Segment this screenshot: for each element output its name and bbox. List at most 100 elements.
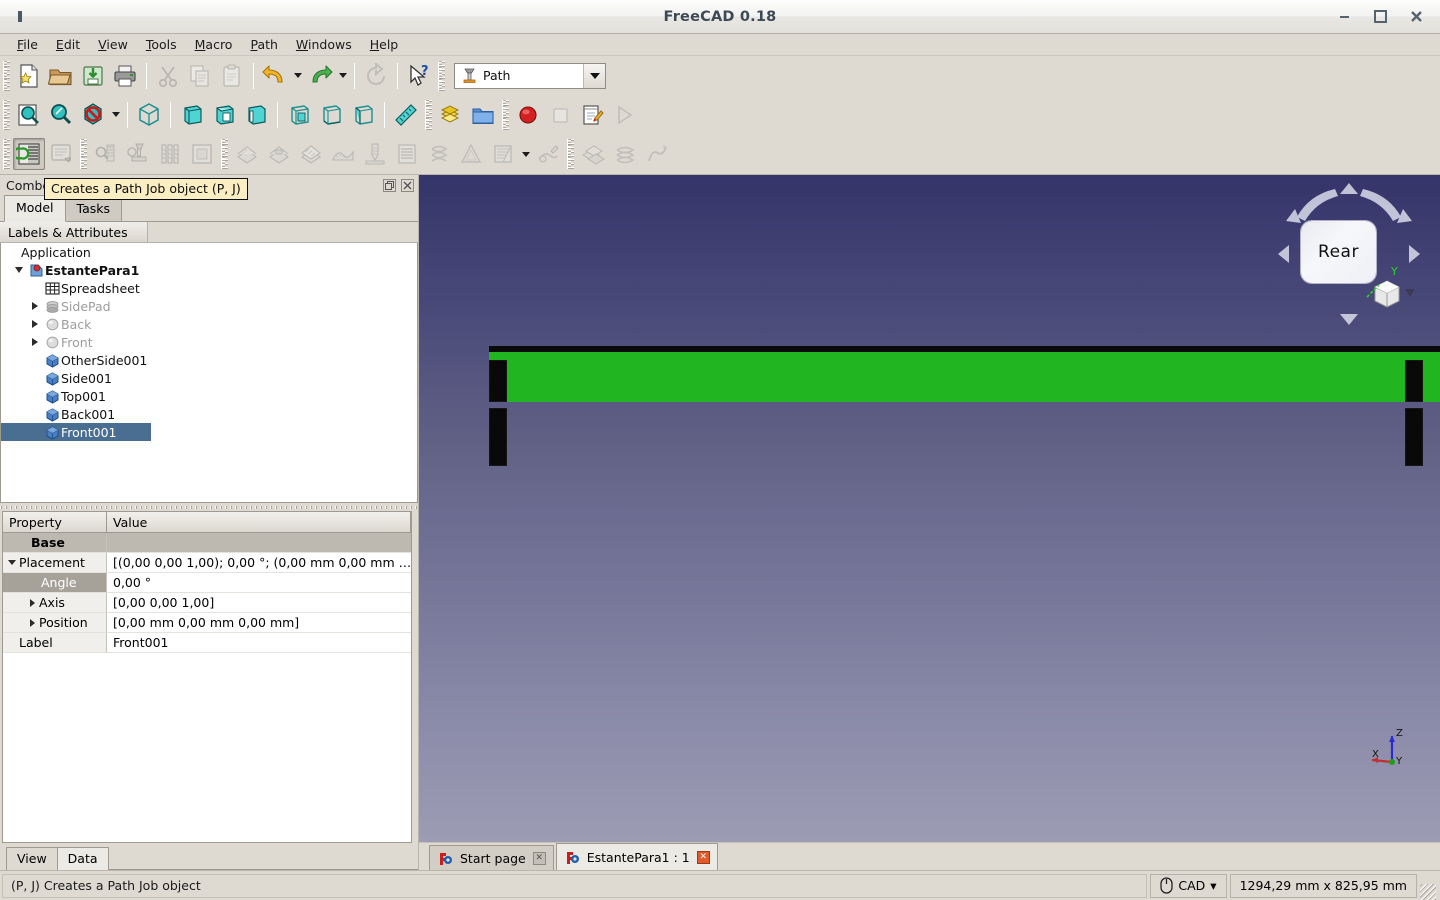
path-stock-button[interactable] xyxy=(186,138,218,170)
shape-side-panel-left-lower[interactable] xyxy=(489,408,507,466)
menu-file[interactable]: File xyxy=(8,35,47,54)
path-3d-surface-button[interactable] xyxy=(327,138,359,170)
document-tab-start-page[interactable]: Start page ✕ xyxy=(429,845,554,870)
toolbar-grip-workbench[interactable] xyxy=(438,60,445,91)
shape-side-panel-left-upper[interactable] xyxy=(489,360,507,402)
refresh-button[interactable] xyxy=(360,60,392,92)
undo-button[interactable] xyxy=(259,60,291,92)
toolbar-grip-view[interactable] xyxy=(3,99,10,130)
tree-item-spreadsheet[interactable]: Spreadsheet xyxy=(1,279,417,297)
tree-column-header-labels[interactable]: Labels & Attributes xyxy=(0,222,148,242)
isometric-view-button[interactable] xyxy=(133,99,165,131)
path-helix-button[interactable] xyxy=(423,138,455,170)
path-slot-dropdown-arrow[interactable] xyxy=(519,139,532,169)
property-row-axis[interactable]: Axis [0,00 0,00 1,00] xyxy=(3,593,411,613)
front-view-button[interactable] xyxy=(176,99,208,131)
shape-side-panel-right-upper[interactable] xyxy=(1405,360,1423,402)
toolbar-grip-path-job[interactable] xyxy=(3,139,10,169)
macro-edit-button[interactable] xyxy=(576,99,608,131)
model-tree[interactable]: Application EstantePara1 Spreadsheet Sid… xyxy=(0,243,418,503)
tree-expander-front[interactable] xyxy=(27,338,43,346)
path-simplecopy-button[interactable] xyxy=(641,138,673,170)
resize-grip[interactable] xyxy=(1420,884,1436,900)
menu-windows[interactable]: Windows xyxy=(287,35,361,54)
property-column-header-value[interactable]: Value xyxy=(107,512,411,532)
left-view-button[interactable] xyxy=(347,99,379,131)
shape-front001-selected[interactable] xyxy=(489,352,1440,402)
tree-item-front[interactable]: Front xyxy=(1,333,417,351)
path-profile-button[interactable] xyxy=(231,138,263,170)
panel-splitter[interactable] xyxy=(0,503,418,511)
path-array-button[interactable] xyxy=(577,138,609,170)
workbench-selector[interactable]: Path xyxy=(454,62,606,89)
menu-edit[interactable]: Edit xyxy=(47,35,89,54)
path-copy-button[interactable] xyxy=(609,138,641,170)
navigation-cube[interactable]: Y Rear xyxy=(1275,179,1423,329)
path-toolcontroller-button[interactable] xyxy=(122,138,154,170)
toolbar-grip-structure[interactable] xyxy=(425,99,432,130)
tree-item-sidepad[interactable]: SidePad xyxy=(1,297,417,315)
document-tab-close-button[interactable]: ✕ xyxy=(696,850,710,864)
path-engrave-button[interactable] xyxy=(391,138,423,170)
measure-button[interactable] xyxy=(390,99,422,131)
combo-view-close-button[interactable] xyxy=(401,178,414,192)
tree-item-back001[interactable]: Back001 xyxy=(1,405,417,423)
path-inspect-button[interactable] xyxy=(90,138,122,170)
menu-macro[interactable]: Macro xyxy=(186,35,242,54)
macro-execute-button[interactable] xyxy=(608,99,640,131)
path-post-process-button[interactable] xyxy=(45,138,77,170)
tree-expander-back[interactable] xyxy=(27,320,43,328)
undo-dropdown-arrow[interactable] xyxy=(291,61,304,91)
property-row-position[interactable]: Position [0,00 mm 0,00 mm 0,00 mm] xyxy=(3,613,411,633)
redo-dropdown-arrow[interactable] xyxy=(336,61,349,91)
document-tab-close-button[interactable]: ✕ xyxy=(532,851,546,865)
tree-item-side001[interactable]: Side001 xyxy=(1,369,417,387)
new-document-button[interactable] xyxy=(13,60,45,92)
tree-item-otherside001[interactable]: OtherSide001 xyxy=(1,351,417,369)
tree-item-top001[interactable]: Top001 xyxy=(1,387,417,405)
property-row-label[interactable]: Label Front001 xyxy=(3,633,411,653)
draw-style-dropdown-arrow[interactable] xyxy=(109,100,122,130)
macro-record-button[interactable] xyxy=(512,99,544,131)
menu-tools[interactable]: Tools xyxy=(137,35,186,54)
redo-button[interactable] xyxy=(304,60,336,92)
tree-item-front001[interactable]: Front001 xyxy=(1,423,151,441)
menu-view[interactable]: View xyxy=(89,35,137,54)
tree-expander-estantepara1[interactable] xyxy=(11,267,27,273)
path-drilling-button[interactable] xyxy=(359,138,391,170)
property-expander-axis[interactable] xyxy=(25,599,39,607)
path-pocket-shape-button[interactable] xyxy=(263,138,295,170)
property-expander-position[interactable] xyxy=(25,619,39,627)
property-value-axis[interactable]: [0,00 0,00 1,00] xyxy=(107,593,411,613)
rear-view-button[interactable] xyxy=(283,99,315,131)
print-button[interactable] xyxy=(109,60,141,92)
property-expander-placement[interactable] xyxy=(5,560,19,565)
copy-button[interactable] xyxy=(184,60,216,92)
3d-viewport[interactable]: Y Rear X Y Z xyxy=(419,175,1440,842)
navcube-face[interactable]: Rear xyxy=(1301,221,1376,283)
fit-all-button[interactable] xyxy=(13,99,45,131)
property-group-base[interactable]: Base xyxy=(3,533,411,553)
top-view-button[interactable] xyxy=(208,99,240,131)
cut-button[interactable] xyxy=(152,60,184,92)
create-folder-button[interactable] xyxy=(467,99,499,131)
path-deburr-button[interactable] xyxy=(532,138,564,170)
toolbar-grip-macro[interactable] xyxy=(502,99,509,130)
draw-style-button[interactable] xyxy=(77,99,109,131)
navigation-style-selector[interactable]: CAD ▾ xyxy=(1150,873,1227,898)
bottom-view-button[interactable] xyxy=(315,99,347,131)
property-column-header-name[interactable]: Property xyxy=(3,512,107,532)
tree-expander-sidepad[interactable] xyxy=(27,302,43,310)
property-value-label[interactable]: Front001 xyxy=(107,633,411,653)
toolbar-grip-path-mod[interactable] xyxy=(567,139,574,169)
close-button[interactable] xyxy=(1409,10,1423,24)
property-editor[interactable]: Property Value Base Placement [(0,00 0,0… xyxy=(2,511,412,843)
property-value-position[interactable]: [0,00 mm 0,00 mm 0,00 mm] xyxy=(107,613,411,633)
tab-view[interactable]: View xyxy=(6,847,58,870)
property-row-angle[interactable]: Angle 0,00 ° xyxy=(3,573,411,593)
save-document-button[interactable] xyxy=(77,60,109,92)
menu-help[interactable]: Help xyxy=(361,35,408,54)
paste-button[interactable] xyxy=(216,60,248,92)
property-row-placement[interactable]: Placement [(0,00 0,00 1,00); 0,00 °; (0,… xyxy=(3,553,411,573)
toolbar-grip-file[interactable] xyxy=(3,60,10,91)
